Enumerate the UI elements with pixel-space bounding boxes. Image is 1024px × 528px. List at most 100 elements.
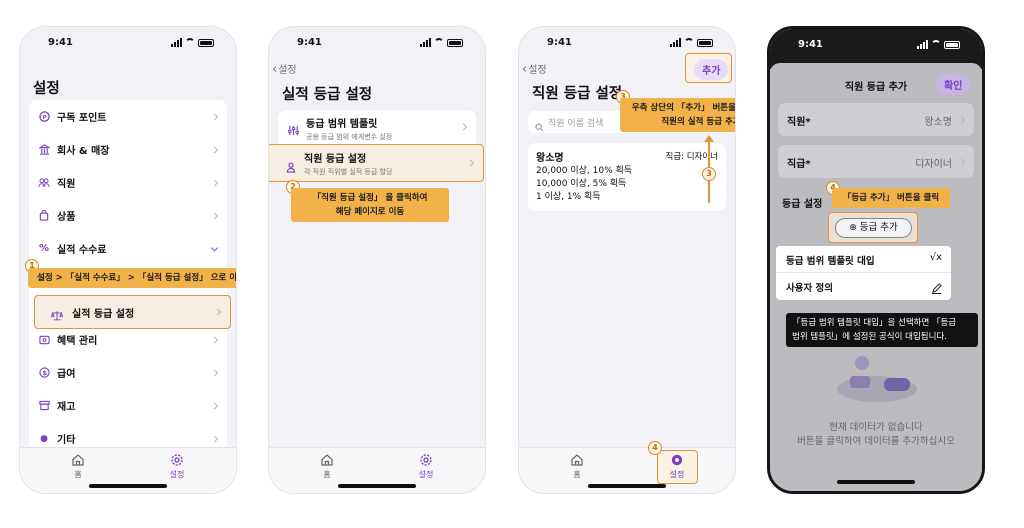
add-grade-button[interactable]: ⊕ 등급 추가 (835, 218, 912, 238)
tab-home[interactable]: 홈 (307, 453, 347, 480)
signal-icon (171, 38, 182, 47)
chevron-right-icon (957, 115, 966, 124)
back-button[interactable]: ‹설정 (272, 61, 297, 77)
settings-item-label: 재고 (57, 402, 76, 413)
tab-settings[interactable]: 설정 (657, 453, 697, 480)
field-label: 직급* (787, 159, 811, 170)
tab-bar: 홈 설정 (20, 447, 236, 493)
back-label: 설정 (278, 65, 297, 76)
settings-item-label: 급여 (57, 369, 76, 380)
chevron-right-icon (210, 335, 219, 344)
empty-state-text: 현재 데이터가 없습니다 버튼을 클릭하여 데이터를 추가하십시오 (770, 421, 982, 449)
person-icon (286, 158, 296, 177)
chevron-right-icon (459, 123, 468, 131)
chevron-down-icon (210, 243, 219, 252)
chevron-left-icon: ‹ (522, 62, 528, 77)
search-input[interactable]: 직원 이름 검색 (528, 111, 628, 133)
chevron-right-icon (210, 401, 219, 410)
status-bar: 9:41 (20, 37, 236, 51)
tab-label: 홈 (573, 470, 581, 479)
settings-item-inventory[interactable]: 재고 (29, 389, 227, 422)
chevron-right-icon (957, 157, 966, 166)
settings-item-label: 실적 수수료 (57, 245, 107, 256)
tooltip-line: 「등급 범위 템플릿 대입」을 선택하면 「등급 (792, 318, 957, 328)
people-icon (38, 177, 50, 189)
settings-item-employees[interactable]: 직원 (29, 166, 227, 199)
employee-name: 왕소명 (536, 153, 564, 164)
chevron-right-icon (213, 308, 222, 316)
menu-item-label: 사용자 정의 (786, 283, 834, 294)
employee-field[interactable]: 직원* 왕소명 (778, 103, 974, 136)
home-indicator (837, 480, 915, 484)
section-label: 등급 설정 (782, 199, 823, 210)
phone-screen-employee-grade: 9:41 ‹설정 추가 직원 등급 설정 직원 이름 검색 3 우측 상단의 「… (518, 26, 736, 494)
status-bar: 9:41 (519, 37, 735, 51)
empty-line: 현재 데이터가 없습니다 (829, 422, 923, 433)
position-field[interactable]: 직급* 디자이너 (778, 145, 974, 178)
sqrt-icon: √x (929, 252, 942, 263)
status-time: 9:41 (798, 39, 823, 50)
step-badge: 3 (702, 167, 716, 181)
back-button[interactable]: ‹설정 (522, 61, 547, 77)
settings-item-grade-setting[interactable]: 실적 등급 설정 (34, 295, 231, 329)
tab-home[interactable]: 홈 (557, 453, 597, 480)
empty-state-illustration (832, 351, 922, 410)
status-time: 9:41 (297, 37, 322, 48)
status-bar: 9:41 (770, 39, 982, 53)
battery-icon (198, 39, 214, 47)
settings-item-company-store[interactable]: 회사 & 매장 (29, 133, 227, 166)
tab-settings[interactable]: 설정 (157, 453, 197, 480)
signal-icon (420, 38, 431, 47)
phone-screen-settings: 9:41 설정 P 구독 포인트 회사 & 매장 직원 상품 % 실적 수수료 혜택… (19, 26, 237, 494)
bag-icon (38, 210, 50, 222)
tab-settings[interactable]: 설정 (406, 453, 446, 480)
item-title: 직원 등급 설정 (304, 154, 367, 165)
confirm-button[interactable]: 확인 (936, 74, 971, 95)
settings-item-label: 구독 포인트 (57, 113, 107, 124)
chevron-right-icon (210, 178, 219, 187)
chevron-right-icon (466, 159, 475, 167)
callout-line: 「직원 등급 설정」 을 클릭하여 (312, 193, 428, 203)
phone-screen-add-grade: 9:41 직원 등급 추가 확인 직원* 왕소명 직급* 디자이너 등급 설정 … (767, 26, 985, 494)
settings-item-commission[interactable]: % 실적 수수료 (29, 232, 227, 265)
home-icon (321, 454, 333, 466)
add-button[interactable]: 추가 (694, 59, 729, 80)
status-time: 9:41 (48, 37, 73, 48)
home-icon (571, 454, 583, 466)
settings-item-products[interactable]: 상품 (29, 199, 227, 232)
page-title: 실적 등급 설정 (282, 87, 373, 103)
tab-bar: 홈 설정 (519, 447, 735, 493)
settings-item-payroll[interactable]: $ 급여 (29, 356, 227, 389)
settings-item-label: 직원 (57, 179, 76, 190)
button-label: 등급 추가 (859, 222, 898, 233)
more-icon: ● (40, 433, 48, 444)
menu-item-template-apply[interactable]: 등급 범위 템플릿 대입 √x (776, 246, 951, 273)
callout-line: 우측 상단의 「추가」 버튼을 클릭하여 (631, 103, 736, 113)
wifi-icon (434, 38, 444, 46)
settings-item-subscription-points[interactable]: P 구독 포인트 (29, 100, 227, 133)
item-title: 등급 범위 템플릿 (306, 119, 378, 130)
empty-line: 버튼을 클릭하여 데이터를 추가하십시오 (797, 436, 955, 447)
employee-card[interactable]: 왕소명 직급: 디자이너 20,000 이상, 10% 획득 10,000 이상… (528, 143, 726, 211)
chevron-right-icon (210, 434, 219, 443)
page-title: 설정 (33, 81, 60, 97)
signal-icon (917, 40, 928, 49)
callout-line: 해당 페이지로 이동 (335, 207, 405, 217)
signal-icon (670, 38, 681, 47)
list-item-template[interactable]: 등급 범위 템플릿 공용 등급 범위 에게변수 설정 (278, 110, 476, 144)
search-icon (535, 117, 544, 136)
page-title: 직원 등급 설정 (532, 86, 623, 102)
info-tooltip: 「등급 범위 템플릿 대입」을 선택하면 「등급 범위 템플릿」에 설정된 공식… (786, 313, 978, 347)
instruction-callout: 「등급 추가」 버튼을 클릭 (832, 188, 950, 208)
settings-item-label: 기타 (57, 435, 76, 446)
tab-home[interactable]: 홈 (58, 453, 98, 480)
wifi-icon (684, 38, 694, 46)
sub-item-label: 실적 등급 설정 (72, 309, 135, 320)
settings-item-label: 혜택 관리 (57, 336, 98, 347)
sheet: 직원 등급 추가 확인 직원* 왕소명 직급* 디자이너 등급 설정 4 「등급… (770, 63, 982, 491)
battery-icon (447, 39, 463, 47)
list-item-employee-grade[interactable]: 직원 등급 설정 각 직원 직위별 실적 등급 할당 (269, 144, 484, 182)
tab-label: 홈 (323, 470, 331, 479)
menu-item-custom[interactable]: 사용자 정의 (776, 273, 951, 300)
svg-text:$: $ (42, 369, 47, 377)
